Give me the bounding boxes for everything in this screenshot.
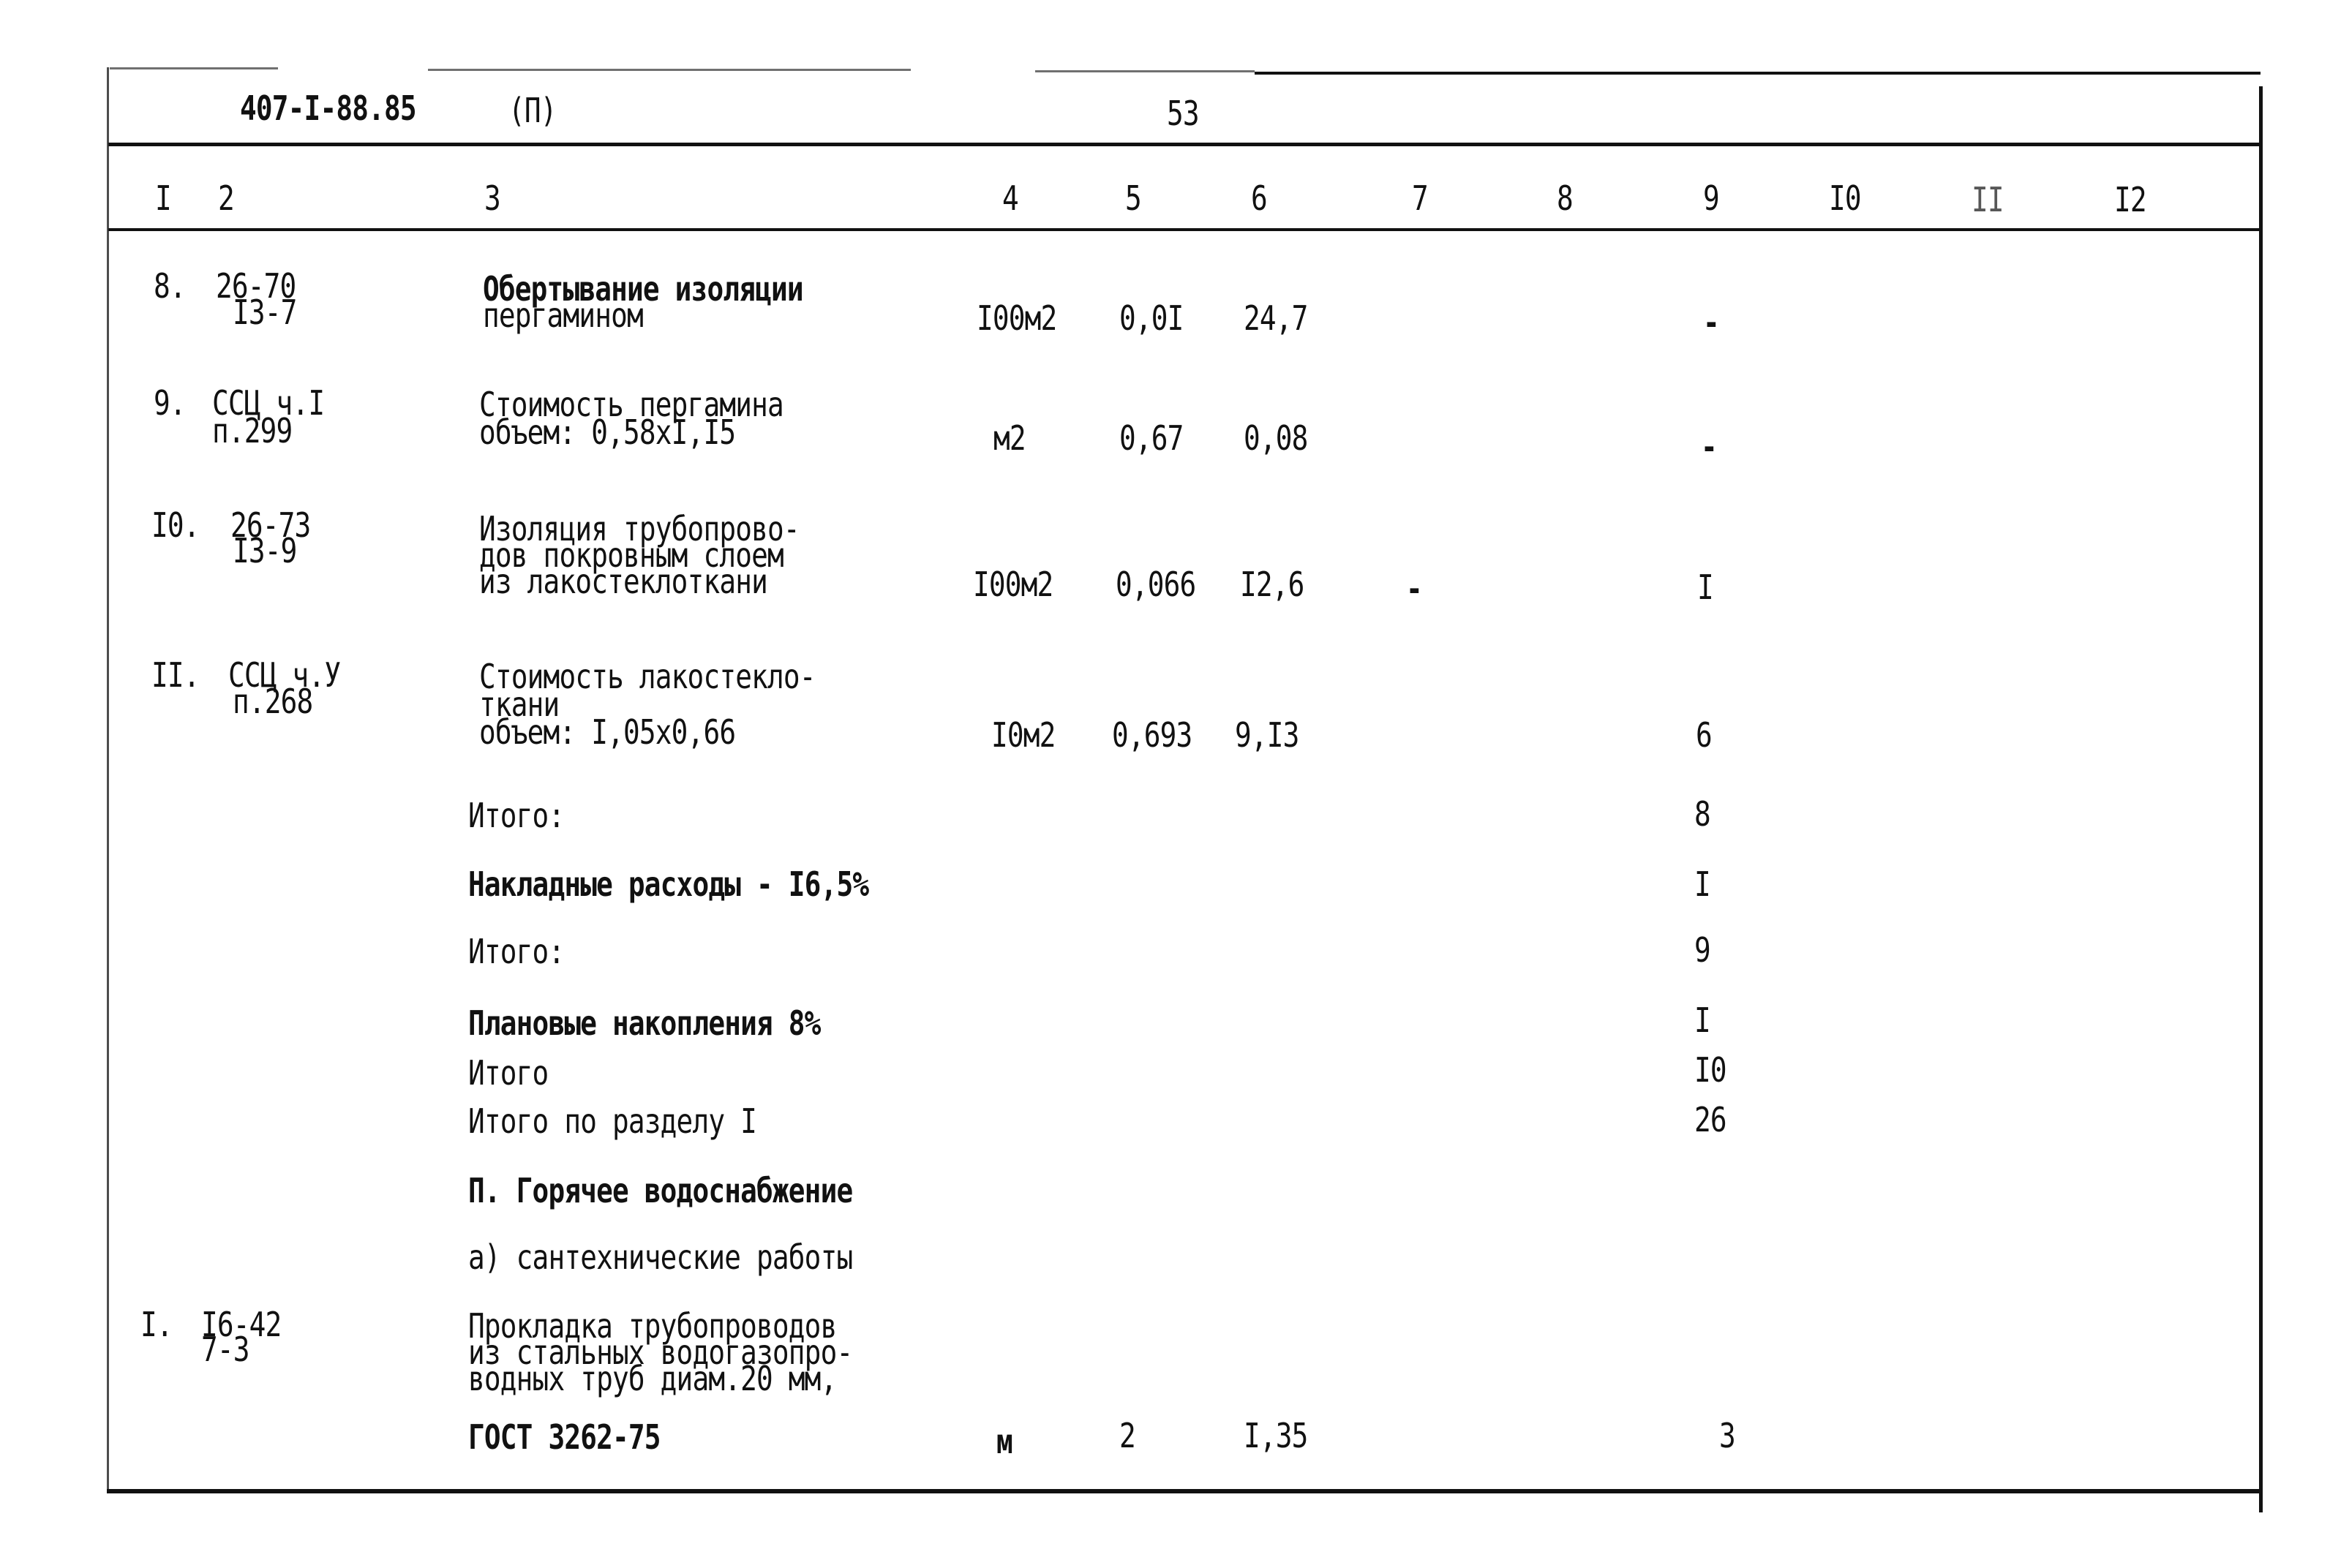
- summary-label: Накладные расходы - I6,5%: [468, 864, 869, 904]
- row-number: II.: [151, 655, 200, 695]
- column-header: 8: [1557, 178, 1574, 218]
- section-subtitle: а) сантехнические работы: [468, 1237, 853, 1277]
- row-quantity: 2: [1119, 1416, 1136, 1455]
- summary-value: 9: [1694, 930, 1711, 970]
- summary-label: Плановые накопления 8%: [468, 1003, 821, 1043]
- column-header: 5: [1125, 178, 1142, 218]
- row-unit: I0м2: [991, 715, 1056, 755]
- summary-value: I: [1694, 864, 1711, 904]
- top-dashed-border-left: [110, 67, 278, 69]
- left-border: [107, 67, 109, 1493]
- row-description: пергамином: [483, 295, 644, 335]
- column-header: 3: [484, 178, 501, 218]
- row-description: объем: I,05x0,66: [479, 712, 736, 752]
- section-title: П. Горячее водоснабжение: [468, 1171, 853, 1210]
- row-unit: I00м2: [973, 565, 1053, 604]
- row-col9: -: [1703, 303, 1720, 342]
- row-standard: ГОСТ 3262-75: [468, 1417, 661, 1457]
- row-description: из лакостеклоткани: [479, 562, 768, 601]
- row-col9: I: [1697, 568, 1714, 607]
- top-dashed-border-right: [1035, 70, 1255, 72]
- row-code: п.268: [233, 682, 313, 721]
- row-code: I3-9: [233, 531, 297, 570]
- row-code: I3-7: [233, 293, 297, 332]
- row-col7: -: [1406, 569, 1423, 608]
- row-quantity: 0,066: [1116, 565, 1196, 604]
- column-header: 6: [1251, 178, 1268, 218]
- summary-label: Итого по разделу I: [468, 1101, 757, 1141]
- row-quantity: 0,693: [1112, 715, 1192, 755]
- row-price: 24,7: [1244, 298, 1308, 338]
- row-price: I2,6: [1240, 565, 1304, 604]
- summary-value: 26: [1694, 1100, 1727, 1139]
- column-header: 2: [218, 178, 235, 218]
- page-number: 53: [1167, 94, 1200, 133]
- bottom-border: [107, 1489, 2261, 1493]
- row-quantity: 0,67: [1119, 418, 1184, 458]
- row-price: I,35: [1244, 1416, 1308, 1455]
- row-number: I.: [140, 1305, 173, 1344]
- column-header: 4: [1002, 178, 1019, 218]
- doc-part: (П): [508, 91, 557, 130]
- header-divider: [108, 143, 2261, 146]
- right-border: [2259, 86, 2263, 1512]
- summary-value: 8: [1694, 794, 1711, 834]
- summary-label: Итого:: [468, 796, 565, 835]
- summary-label: Итого:: [468, 932, 565, 971]
- top-dashed-border-mid: [428, 69, 911, 71]
- row-quantity: 0,0I: [1119, 298, 1184, 338]
- row-description: объем: 0,58xI,I5: [479, 412, 736, 452]
- column-header: 9: [1703, 178, 1720, 218]
- column-header: I0: [1829, 178, 1862, 218]
- row-number: 8.: [154, 266, 187, 306]
- top-border: [1255, 72, 2261, 75]
- summary-value: I0: [1694, 1050, 1727, 1090]
- row-number: 9.: [154, 383, 187, 423]
- column-header: II: [1972, 180, 2004, 219]
- row-unit: м2: [993, 418, 1026, 458]
- row-description: водных труб диам.20 мм,: [468, 1359, 837, 1398]
- column-header: 7: [1412, 178, 1429, 218]
- row-unit: I00м2: [977, 298, 1057, 338]
- row-price: 0,08: [1244, 418, 1308, 458]
- column-header: I: [155, 178, 172, 218]
- row-col9: 6: [1696, 715, 1713, 755]
- row-price: 9,I3: [1235, 715, 1299, 755]
- doc-code: 407-I-88.85: [240, 88, 417, 128]
- row-col9: 3: [1719, 1416, 1736, 1455]
- row-unit: м: [996, 1422, 1013, 1461]
- row-col9: -: [1701, 427, 1718, 467]
- row-number: I0.: [151, 505, 200, 545]
- summary-value: I: [1694, 1000, 1711, 1040]
- column-header: I2: [2114, 180, 2147, 219]
- column-header-divider: [108, 228, 2261, 231]
- row-code: п.299: [212, 411, 293, 451]
- row-code: 7-3: [201, 1330, 249, 1369]
- summary-label: Итого: [468, 1053, 549, 1093]
